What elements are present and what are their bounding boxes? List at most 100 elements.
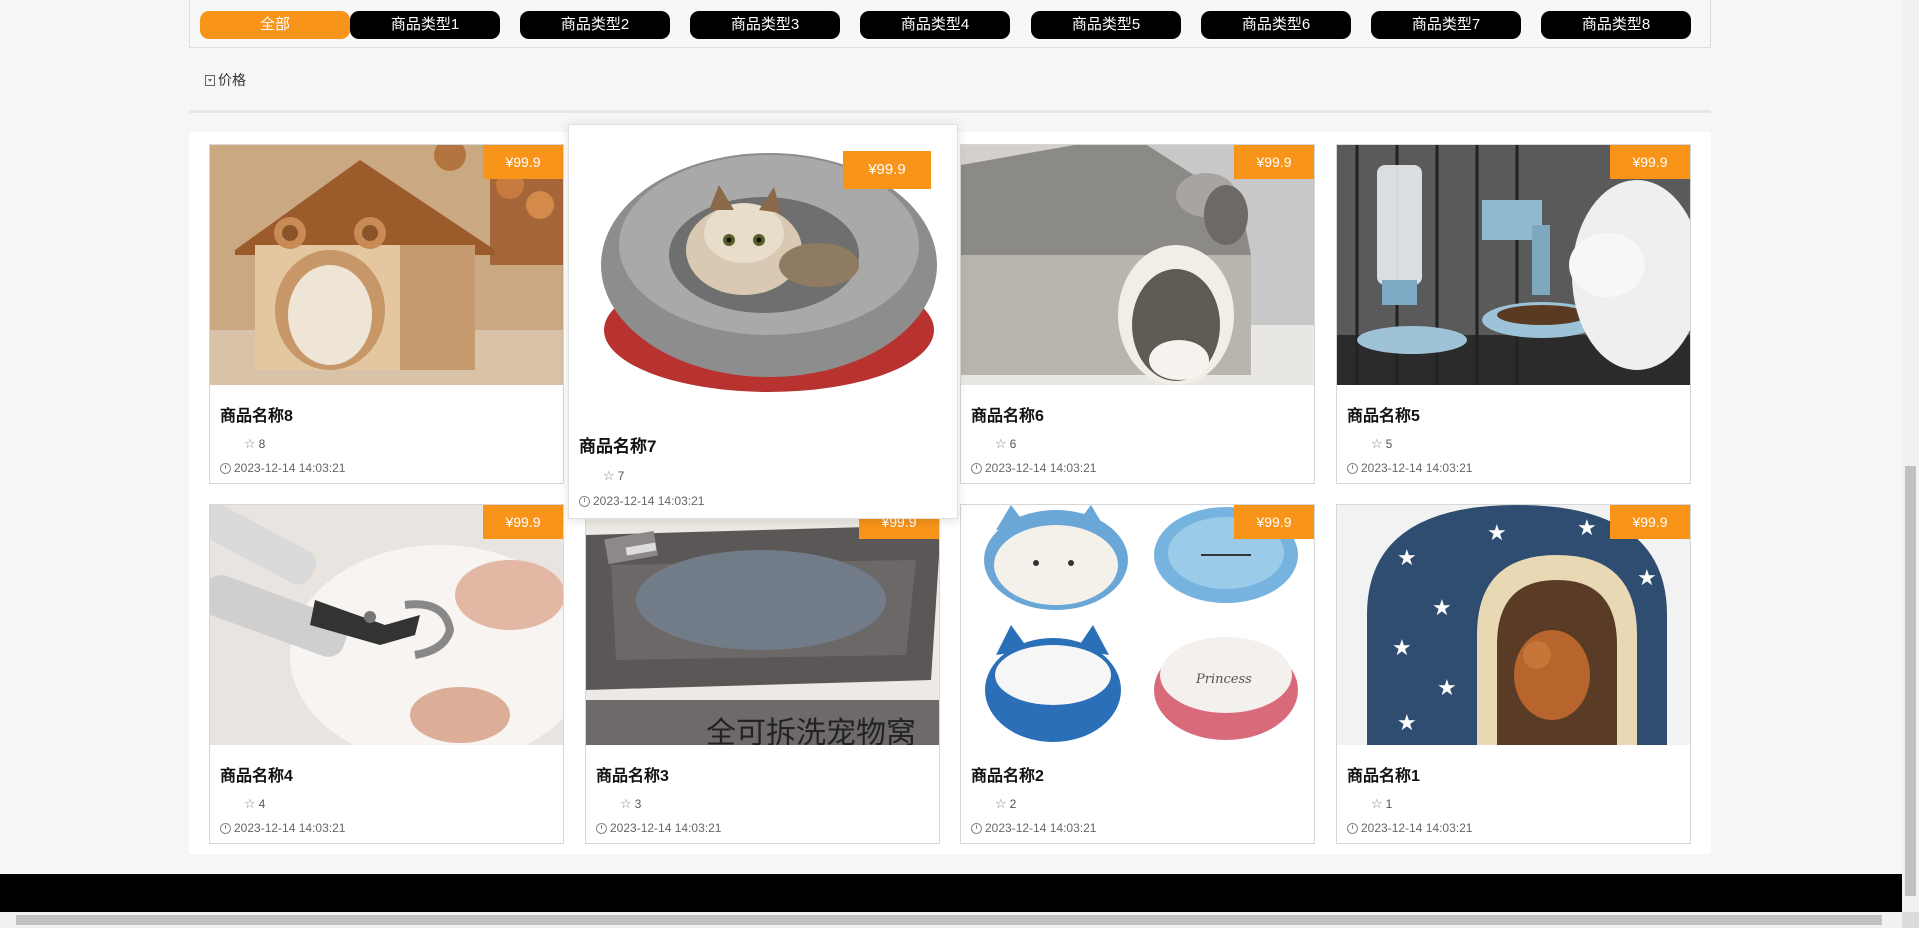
scrollbar-corner bbox=[1902, 912, 1919, 928]
price-tag: ¥99.9 bbox=[843, 151, 931, 189]
product-name: 商品名称1 bbox=[1347, 768, 1420, 785]
likes-count: ☆ 8 bbox=[244, 437, 265, 451]
product-image-cat-bowls: Princess bbox=[961, 505, 1314, 745]
divider bbox=[189, 110, 1711, 113]
post-date: 2023-12-14 14:03:21 bbox=[1347, 821, 1472, 835]
tab-category-5[interactable]: 商品类型5 bbox=[1031, 11, 1181, 39]
likes-count: ☆ 4 bbox=[244, 797, 265, 811]
likes-value: 1 bbox=[1385, 797, 1393, 811]
tab-category-1[interactable]: 商品类型1 bbox=[350, 11, 500, 39]
product-card[interactable]: ¥99.9 商品名称5 ☆ 5 2023-12-14 14:03:21 bbox=[1336, 144, 1691, 484]
date-value: 2023-12-14 14:03:21 bbox=[1361, 461, 1473, 475]
product-card-hovered[interactable]: ¥99.9 商品名称7 ☆ 7 2023-12-14 14:03:21 bbox=[568, 124, 958, 519]
clock-icon bbox=[1347, 462, 1358, 474]
tab-category-3[interactable]: 商品类型3 bbox=[690, 11, 840, 39]
footer bbox=[0, 874, 1902, 912]
product-image-auto-feeder-cat bbox=[1337, 145, 1690, 385]
page: 全部 商品类型1 商品类型2 商品类型3 商品类型4 商品类型5 商品类型6 商… bbox=[0, 0, 1902, 912]
date-value: 2023-12-14 14:03:21 bbox=[234, 821, 346, 835]
likes-count: ☆ 2 bbox=[995, 797, 1016, 811]
product-card[interactable]: ¥99.9 商品名称6 ☆ 6 2023-12-14 14:03:21 bbox=[960, 144, 1315, 484]
clock-icon bbox=[596, 822, 607, 834]
tab-category-2[interactable]: 商品类型2 bbox=[520, 11, 670, 39]
post-date: 2023-12-14 14:03:21 bbox=[220, 821, 345, 835]
likes-value: 3 bbox=[634, 797, 642, 811]
star-icon: ☆ bbox=[995, 796, 1007, 811]
sort-icon bbox=[205, 74, 215, 86]
post-date: 2023-12-14 14:03:21 bbox=[579, 494, 704, 508]
star-icon: ☆ bbox=[603, 468, 615, 483]
likes-count: ☆ 1 bbox=[1371, 797, 1392, 811]
star-icon: ☆ bbox=[620, 796, 632, 811]
product-name: 商品名称5 bbox=[1347, 408, 1420, 425]
svg-text:★: ★ bbox=[1637, 565, 1657, 590]
svg-text:★: ★ bbox=[1432, 595, 1452, 620]
post-date: 2023-12-14 14:03:21 bbox=[971, 821, 1096, 835]
post-date: 2023-12-14 14:03:21 bbox=[596, 821, 721, 835]
svg-text:★: ★ bbox=[1577, 515, 1597, 540]
tab-category-7[interactable]: 商品类型7 bbox=[1371, 11, 1521, 39]
date-value: 2023-12-14 14:03:21 bbox=[985, 821, 1097, 835]
tab-category-8[interactable]: 商品类型8 bbox=[1541, 11, 1691, 39]
tab-category-4[interactable]: 商品类型4 bbox=[860, 11, 1010, 39]
svg-text:★: ★ bbox=[1487, 520, 1507, 545]
vertical-scrollbar[interactable] bbox=[1902, 0, 1919, 912]
date-value: 2023-12-14 14:03:21 bbox=[985, 461, 1097, 475]
post-date: 2023-12-14 14:03:21 bbox=[1347, 461, 1472, 475]
date-value: 2023-12-14 14:03:21 bbox=[593, 494, 705, 508]
product-image-pet-house-bear bbox=[210, 145, 563, 385]
product-image-nail-clipper bbox=[210, 505, 563, 745]
clock-icon bbox=[579, 495, 590, 507]
date-value: 2023-12-14 14:03:21 bbox=[610, 821, 722, 835]
price-tag: ¥99.9 bbox=[483, 145, 563, 179]
likes-value: 8 bbox=[258, 437, 266, 451]
price-tag: ¥99.9 bbox=[1610, 505, 1690, 539]
likes-count: ☆ 7 bbox=[603, 469, 624, 483]
horizontal-scroll-thumb[interactable] bbox=[16, 915, 1882, 925]
price-sort-label: 价格 bbox=[218, 72, 246, 88]
clock-icon bbox=[1347, 822, 1358, 834]
product-image-sofa-bed: 全可拆洗宠物窝 bbox=[586, 505, 939, 745]
price-tag: ¥99.9 bbox=[1610, 145, 1690, 179]
product-card[interactable]: 全可拆洗宠物窝 ¥99.9 商品名称3 ☆ 3 2023-12-14 14:03:… bbox=[585, 504, 940, 844]
horizontal-scrollbar[interactable] bbox=[0, 912, 1902, 928]
price-sort[interactable]: 价格 bbox=[205, 70, 246, 90]
product-name: 商品名称8 bbox=[220, 408, 293, 425]
product-name: 商品名称4 bbox=[220, 768, 293, 785]
date-value: 2023-12-14 14:03:21 bbox=[1361, 821, 1473, 835]
product-image-star-pet-house: ★ ★ ★ ★ ★ ★ ★ ★ bbox=[1337, 505, 1690, 745]
star-icon: ☆ bbox=[995, 436, 1007, 451]
price-tag: ¥99.9 bbox=[483, 505, 563, 539]
star-icon: ☆ bbox=[244, 436, 256, 451]
svg-text:★: ★ bbox=[1437, 675, 1457, 700]
star-icon: ☆ bbox=[244, 796, 256, 811]
likes-value: 7 bbox=[617, 469, 625, 483]
likes-value: 2 bbox=[1009, 797, 1017, 811]
vertical-scroll-thumb[interactable] bbox=[1905, 466, 1916, 896]
product-name: 商品名称3 bbox=[596, 768, 669, 785]
clock-icon bbox=[971, 462, 982, 474]
tab-category-6[interactable]: 商品类型6 bbox=[1201, 11, 1351, 39]
likes-value: 6 bbox=[1009, 437, 1017, 451]
product-card[interactable]: ¥99.9 商品名称4 ☆ 4 2023-12-14 14:03:21 bbox=[209, 504, 564, 844]
tab-all[interactable]: 全部 bbox=[200, 11, 350, 39]
clock-icon bbox=[971, 822, 982, 834]
product-card[interactable]: ¥99.9 商品名称8 ☆ 8 2023-12-14 14:03:21 bbox=[209, 144, 564, 484]
likes-count: ☆ 5 bbox=[1371, 437, 1392, 451]
svg-text:★: ★ bbox=[1397, 545, 1417, 570]
product-name: 商品名称6 bbox=[971, 408, 1044, 425]
likes-count: ☆ 6 bbox=[995, 437, 1016, 451]
star-icon: ☆ bbox=[1371, 436, 1383, 451]
product-name: 商品名称7 bbox=[579, 437, 657, 456]
likes-value: 5 bbox=[1385, 437, 1393, 451]
bowl-label: Princess bbox=[1195, 672, 1252, 687]
price-tag: ¥99.9 bbox=[1234, 505, 1314, 539]
product-card[interactable]: ★ ★ ★ ★ ★ ★ ★ ★ ¥99.9 商品名称1 ☆ 1 2023-12-14 14… bbox=[1336, 504, 1691, 844]
svg-text:★: ★ bbox=[1392, 635, 1412, 660]
product-image-pet-house-dog bbox=[961, 145, 1314, 385]
product-card[interactable]: Princess ¥99.9 商品名称2 ☆ 2 2023-12-14 14:03… bbox=[960, 504, 1315, 844]
post-date: 2023-12-14 14:03:21 bbox=[971, 461, 1096, 475]
likes-value: 4 bbox=[258, 797, 266, 811]
post-date: 2023-12-14 14:03:21 bbox=[220, 461, 345, 475]
clock-icon bbox=[220, 462, 231, 474]
